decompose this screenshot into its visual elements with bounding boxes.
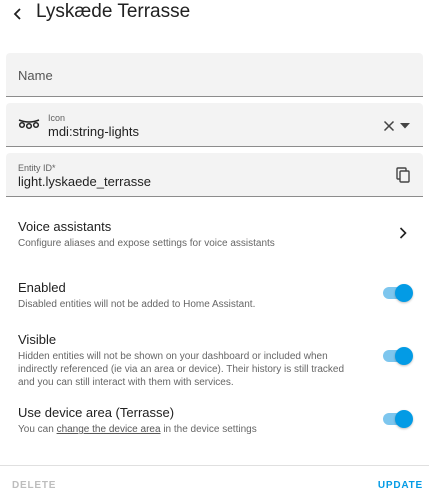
page-header: Lyskæde Terrasse (0, 0, 429, 40)
entity-id-label: Entity ID* (18, 163, 56, 173)
name-field[interactable]: Name (6, 53, 423, 97)
change-device-area-link[interactable]: change the device area (57, 424, 161, 435)
visible-toggle-knob (395, 347, 413, 365)
entity-id-field[interactable]: Entity ID* light.lyskaede_terrasse (6, 153, 423, 197)
enabled-description: Disabled entities will not be added to H… (18, 299, 256, 310)
device-area-desc-suffix: in the device settings (163, 424, 257, 435)
device-area-toggle-knob (395, 410, 413, 428)
footer-divider (0, 465, 429, 466)
voice-assistants-title: Voice assistants (18, 219, 112, 234)
visible-description: Hidden entities will not be shown on you… (18, 350, 359, 389)
page-title: Lyskæde Terrasse (36, 1, 191, 22)
back-arrow-icon[interactable] (10, 6, 26, 22)
icon-field-value: mdi:string-lights (48, 124, 140, 139)
name-placeholder: Name (18, 68, 53, 83)
update-button[interactable]: UPDATE (378, 480, 423, 491)
device-area-title: Use device area (Terrasse) (18, 405, 175, 420)
dropdown-arrow-icon[interactable] (400, 123, 410, 129)
visible-description-line-2: indirectly referenced (ie via an area or… (18, 364, 345, 375)
chevron-right-icon[interactable] (399, 227, 407, 239)
enabled-row: Enabled Disabled entities will not be ad… (18, 280, 411, 311)
visible-description-line-3: and you can still interact with them wit… (18, 377, 234, 388)
device-area-description: You can change the device area in the de… (18, 423, 411, 436)
voice-assistants-row[interactable]: Voice assistants Configure aliases and e… (18, 219, 411, 250)
device-area-desc-prefix: You can (18, 424, 54, 435)
delete-button[interactable]: DELETE (12, 480, 56, 491)
device-area-toggle[interactable] (381, 409, 413, 429)
entity-id-value: light.lyskaede_terrasse (18, 174, 151, 189)
visible-toggle[interactable] (381, 346, 413, 366)
enabled-title: Enabled (18, 280, 66, 295)
icon-field[interactable]: Icon mdi:string-lights (6, 103, 423, 147)
copy-icon[interactable] (396, 167, 410, 183)
icon-field-label: Icon (48, 113, 66, 123)
visible-row: Visible Hidden entities will not be show… (18, 332, 359, 389)
visible-title: Visible (18, 332, 57, 347)
device-area-row: Use device area (Terrasse) You can chang… (18, 405, 411, 436)
string-lights-icon (18, 119, 40, 130)
clear-icon[interactable] (383, 120, 395, 132)
enabled-toggle[interactable] (381, 283, 413, 303)
enabled-toggle-knob (395, 284, 413, 302)
visible-description-line-1: Hidden entities will not be shown on you… (18, 351, 328, 362)
voice-assistants-description: Configure aliases and expose settings fo… (18, 238, 275, 249)
